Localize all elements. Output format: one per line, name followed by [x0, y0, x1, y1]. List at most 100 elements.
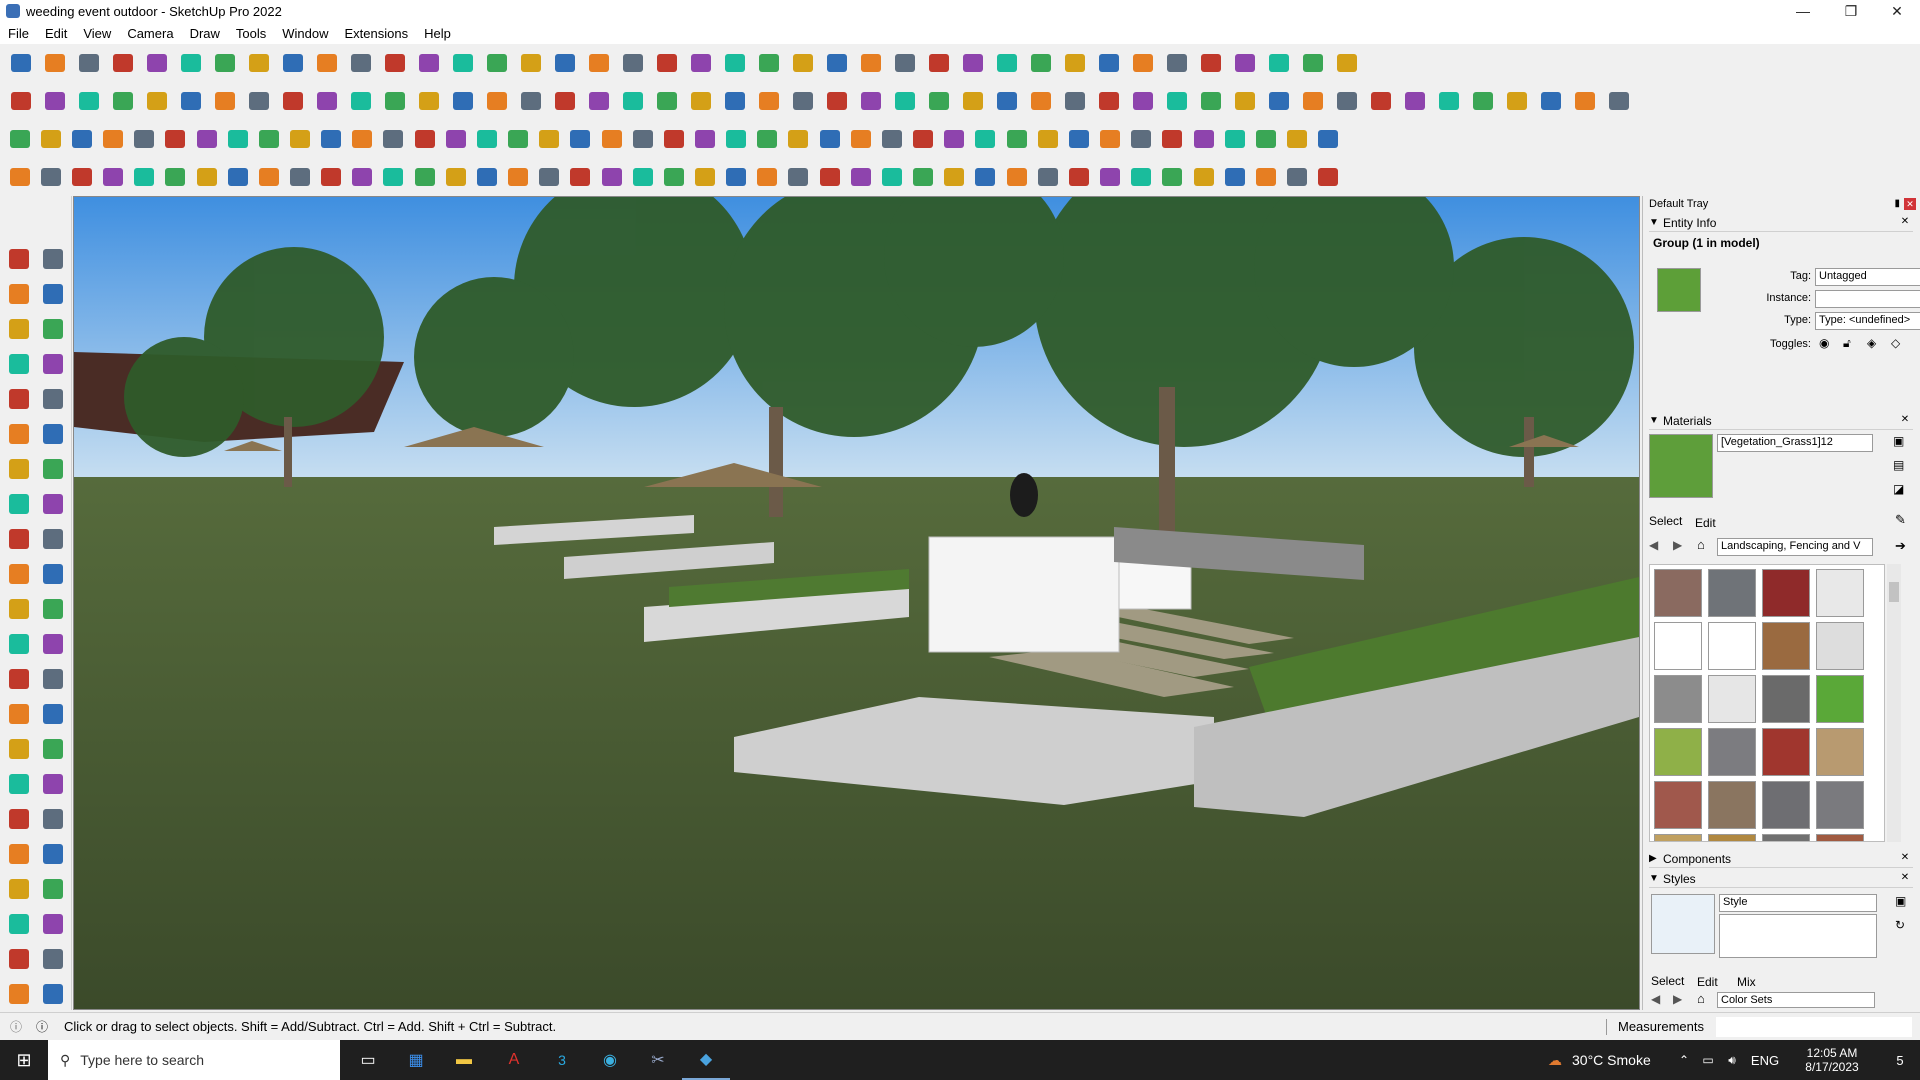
toolbar-tool-icon[interactable] [660, 162, 687, 192]
toolbar-tool-icon[interactable] [754, 86, 784, 116]
forward-arrow-icon[interactable]: ▶ [1673, 538, 1682, 552]
toolbar-tool-icon[interactable] [74, 86, 104, 116]
toolbar-tool-icon[interactable] [162, 162, 189, 192]
toolbar-tool-icon[interactable] [40, 48, 70, 78]
toolbar-tool-icon[interactable] [878, 124, 905, 154]
menu-window[interactable]: Window [274, 26, 336, 41]
materials-tab-select[interactable]: Select [1649, 514, 1682, 528]
toolbar-tool-icon[interactable] [972, 124, 999, 154]
chevron-up-icon[interactable]: ⌃ [1672, 1040, 1696, 1080]
style-back-arrow-icon[interactable]: ◀ [1651, 992, 1660, 1006]
toolbar-tool-icon[interactable] [1003, 162, 1030, 192]
large-tool-icon[interactable] [4, 594, 34, 624]
toolbar-tool-icon[interactable] [1065, 124, 1092, 154]
large-tool-icon[interactable] [38, 874, 68, 904]
details-arrow-icon[interactable]: ➔ [1895, 538, 1906, 554]
large-tool-icon[interactable] [38, 944, 68, 974]
toolbar-tool-icon[interactable] [785, 124, 812, 154]
material-swatch[interactable] [1762, 622, 1810, 670]
toolbar-tool-icon[interactable] [1026, 48, 1056, 78]
large-tool-icon[interactable] [4, 769, 34, 799]
toolbar-tool-icon[interactable] [910, 124, 937, 154]
sketchup-taskbar-icon[interactable]: ◆ [682, 1040, 730, 1080]
toolbar-tool-icon[interactable] [286, 162, 313, 192]
toolbar-tool-icon[interactable] [686, 86, 716, 116]
toolbar-tool-icon[interactable] [788, 86, 818, 116]
toolbar-tool-icon[interactable] [1315, 162, 1342, 192]
large-tool-icon[interactable] [38, 979, 68, 1009]
clock[interactable]: 12:05 AM 8/17/2023 [1786, 1040, 1878, 1080]
toolbar-tool-icon[interactable] [1283, 124, 1310, 154]
toolbar-tool-icon[interactable] [847, 162, 874, 192]
measurements-field[interactable] [1716, 1017, 1912, 1037]
update-style-icon[interactable]: ↻ [1895, 918, 1905, 932]
calculator-icon[interactable]: ▦ [392, 1040, 440, 1080]
toolbar-tool-icon[interactable] [890, 86, 920, 116]
large-tool-icon[interactable] [4, 454, 34, 484]
toolbar-tool-icon[interactable] [1434, 86, 1464, 116]
toolbar-tool-icon[interactable] [822, 86, 852, 116]
material-swatch[interactable] [1816, 781, 1864, 829]
toolbar-tool-icon[interactable] [505, 162, 532, 192]
file-explorer-icon[interactable]: ▬ [440, 1040, 488, 1080]
toolbar-tool-icon[interactable] [1298, 48, 1328, 78]
create-material-icon[interactable]: ▣ [1893, 434, 1904, 448]
toolbar-tool-icon[interactable] [349, 124, 376, 154]
toolbar-tool-icon[interactable] [131, 162, 158, 192]
toolbar-tool-icon[interactable] [584, 86, 614, 116]
toolbar-tool-icon[interactable] [618, 48, 648, 78]
minimize-button[interactable]: — [1780, 0, 1826, 22]
scroll-thumb[interactable] [1889, 582, 1899, 602]
toolbar-tool-icon[interactable] [448, 86, 478, 116]
snipping-tool-icon[interactable]: ✂ [634, 1040, 682, 1080]
network-icon[interactable]: ▭ [1696, 1040, 1720, 1080]
large-tool-icon[interactable] [38, 314, 68, 344]
toolbar-tool-icon[interactable] [414, 86, 444, 116]
large-tool-icon[interactable] [38, 419, 68, 449]
large-tool-icon[interactable] [4, 699, 34, 729]
large-tool-icon[interactable] [4, 944, 34, 974]
acrobat-icon[interactable]: A [490, 1040, 538, 1080]
toolbar-tool-icon[interactable] [1060, 86, 1090, 116]
toolbar-tool-icon[interactable] [108, 48, 138, 78]
toolbar-tool-icon[interactable] [660, 124, 687, 154]
toolbar-tool-icon[interactable] [1196, 86, 1226, 116]
menu-file[interactable]: File [0, 26, 37, 41]
materials-tab-edit[interactable]: Edit [1695, 516, 1716, 530]
toolbar-tool-icon[interactable] [244, 86, 274, 116]
toolbar-tool-icon[interactable] [318, 162, 345, 192]
toolbar-tool-icon[interactable] [6, 86, 36, 116]
toolbar-tool-icon[interactable] [6, 48, 36, 78]
menu-help[interactable]: Help [416, 26, 459, 41]
toolbar-tool-icon[interactable] [1332, 48, 1362, 78]
toolbar-tool-icon[interactable] [108, 86, 138, 116]
toolbar-tool-icon[interactable] [482, 48, 512, 78]
toolbar-tool-icon[interactable] [1094, 86, 1124, 116]
toolbar-tool-icon[interactable] [193, 162, 220, 192]
components-header[interactable]: ▶ Components ✕ [1649, 850, 1913, 868]
style-collection-select[interactable]: Color Sets [1717, 992, 1875, 1008]
toolbar-tool-icon[interactable] [856, 86, 886, 116]
toolbar-tool-icon[interactable] [785, 162, 812, 192]
toolbar-tool-icon[interactable] [312, 48, 342, 78]
toolbar-tool-icon[interactable] [1065, 162, 1092, 192]
pin-icon[interactable]: ▮ [1894, 198, 1900, 209]
menu-camera[interactable]: Camera [119, 26, 181, 41]
type-select[interactable]: Type: <undefined> [1815, 312, 1920, 330]
large-tool-icon[interactable] [38, 909, 68, 939]
toolbar-tool-icon[interactable] [754, 124, 781, 154]
large-tool-icon[interactable] [38, 524, 68, 554]
menu-tools[interactable]: Tools [228, 26, 274, 41]
toolbar-tool-icon[interactable] [629, 162, 656, 192]
visibility-toggle-icon[interactable]: ◉ [1819, 336, 1829, 350]
toolbar-tool-icon[interactable] [1221, 124, 1248, 154]
toolbar-tool-icon[interactable] [516, 48, 546, 78]
toolbar-tool-icon[interactable] [550, 86, 580, 116]
toolbar-tool-icon[interactable] [924, 48, 954, 78]
toolbar-tool-icon[interactable] [691, 124, 718, 154]
large-tool-icon[interactable] [4, 839, 34, 869]
material-swatch[interactable] [1654, 834, 1702, 841]
toolbar-tool-icon[interactable] [691, 162, 718, 192]
lock-toggle-icon[interactable]: 🔓︎ [1843, 336, 1851, 351]
toolbar-tool-icon[interactable] [99, 162, 126, 192]
